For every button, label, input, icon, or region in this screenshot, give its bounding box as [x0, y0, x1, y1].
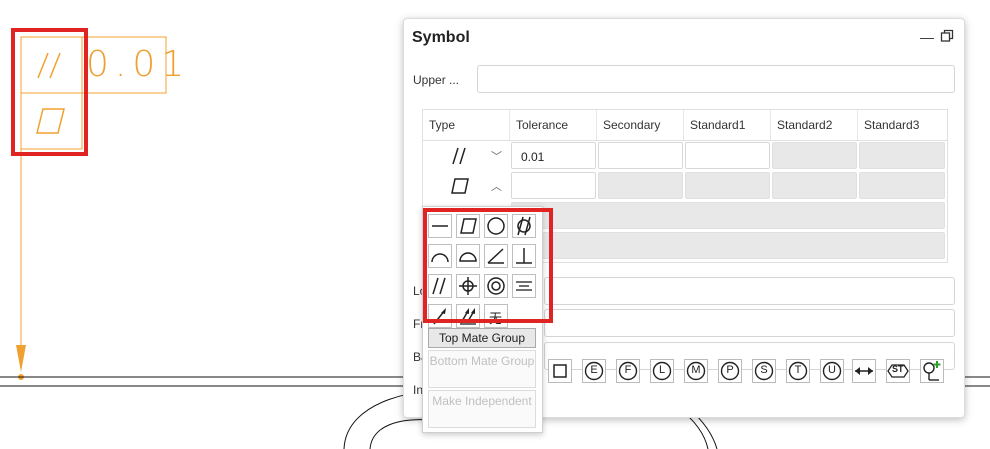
upper-input[interactable]	[477, 65, 955, 93]
leader-arrow	[16, 345, 26, 372]
modifier-m-button[interactable]: M	[684, 359, 708, 383]
modifier-u-button[interactable]: U	[820, 359, 844, 383]
col-header-standard3: Standard3	[864, 118, 920, 132]
modifier-letter: U	[828, 364, 836, 376]
col-header-tolerance: Tolerance	[510, 110, 597, 140]
col-header-standard2: Standard2	[771, 110, 858, 140]
highlight-frame-picker	[423, 208, 553, 323]
secondary-input-row1[interactable]	[598, 142, 683, 169]
modifier-s-button[interactable]: S	[752, 359, 776, 383]
lower-input[interactable]	[544, 277, 955, 305]
standard1-input-row1[interactable]	[685, 142, 770, 169]
modifier-letter: T	[794, 364, 802, 376]
standard3-cell-row2	[859, 172, 945, 199]
modifier-letter: E	[590, 364, 598, 376]
standard3-cell-row1	[859, 142, 945, 169]
parallelism-icon	[452, 147, 466, 165]
frame-input[interactable]	[544, 309, 955, 337]
chevron-up-icon[interactable]: ︿	[491, 178, 502, 194]
modifier-e-button[interactable]: E	[582, 359, 606, 383]
standard1-cell-row2	[685, 172, 770, 199]
secondary-cell-row2	[598, 172, 683, 199]
modifier-t-button[interactable]: T	[786, 359, 810, 383]
highlight-frame-fcf	[11, 28, 88, 156]
tolerance-value-row1: 0.01	[521, 150, 545, 164]
modifier-letter: P	[726, 364, 734, 376]
chevron-down-icon[interactable]: ﹀	[491, 148, 502, 164]
tolerance-input-row1[interactable]: 0.01	[511, 142, 596, 169]
modifier-letter: S	[760, 364, 768, 376]
tolerance-input-row2[interactable]	[511, 172, 596, 199]
flatness-icon	[451, 178, 469, 194]
restore-icon[interactable]	[940, 29, 954, 43]
standard2-cell-row2	[772, 172, 857, 199]
between-icon[interactable]	[852, 359, 876, 383]
modifier-letter: L	[658, 364, 666, 376]
square-icon[interactable]	[548, 359, 572, 383]
minimize-button[interactable]: —	[920, 29, 934, 45]
bottom-mate-group-button[interactable]: Bottom Mate Group	[428, 350, 536, 388]
modifier-letter: M	[691, 364, 701, 376]
statistical-icon[interactable]: ST	[886, 359, 910, 383]
type-select-row1[interactable]: ﹀	[423, 141, 510, 170]
arc-inner	[369, 419, 431, 449]
modifier-l-button[interactable]: L	[650, 359, 674, 383]
modifier-p-button[interactable]: P	[718, 359, 742, 383]
fcf-tolerance-text: 0.01	[86, 44, 191, 85]
modifier-f-button[interactable]: F	[616, 359, 640, 383]
add-datum-icon[interactable]	[920, 359, 944, 383]
disabled-cell-row4	[511, 232, 945, 259]
col-header-type: Type	[423, 110, 510, 140]
upper-label: Upper ...	[413, 73, 460, 87]
dialog-title: Symbol	[412, 29, 470, 46]
col-header-secondary: Secondary	[597, 110, 684, 140]
modifier-letter: F	[624, 364, 632, 376]
top-mate-group-button[interactable]: Top Mate Group	[428, 328, 536, 348]
statistical-label: ST	[892, 364, 904, 374]
type-select-row2[interactable]: ︿	[423, 171, 510, 200]
make-independent-button[interactable]: Make Independent	[428, 390, 536, 428]
disabled-cell-row3	[511, 202, 945, 229]
standard2-cell-row1	[772, 142, 857, 169]
col-header-standard1: Standard1	[684, 110, 771, 140]
